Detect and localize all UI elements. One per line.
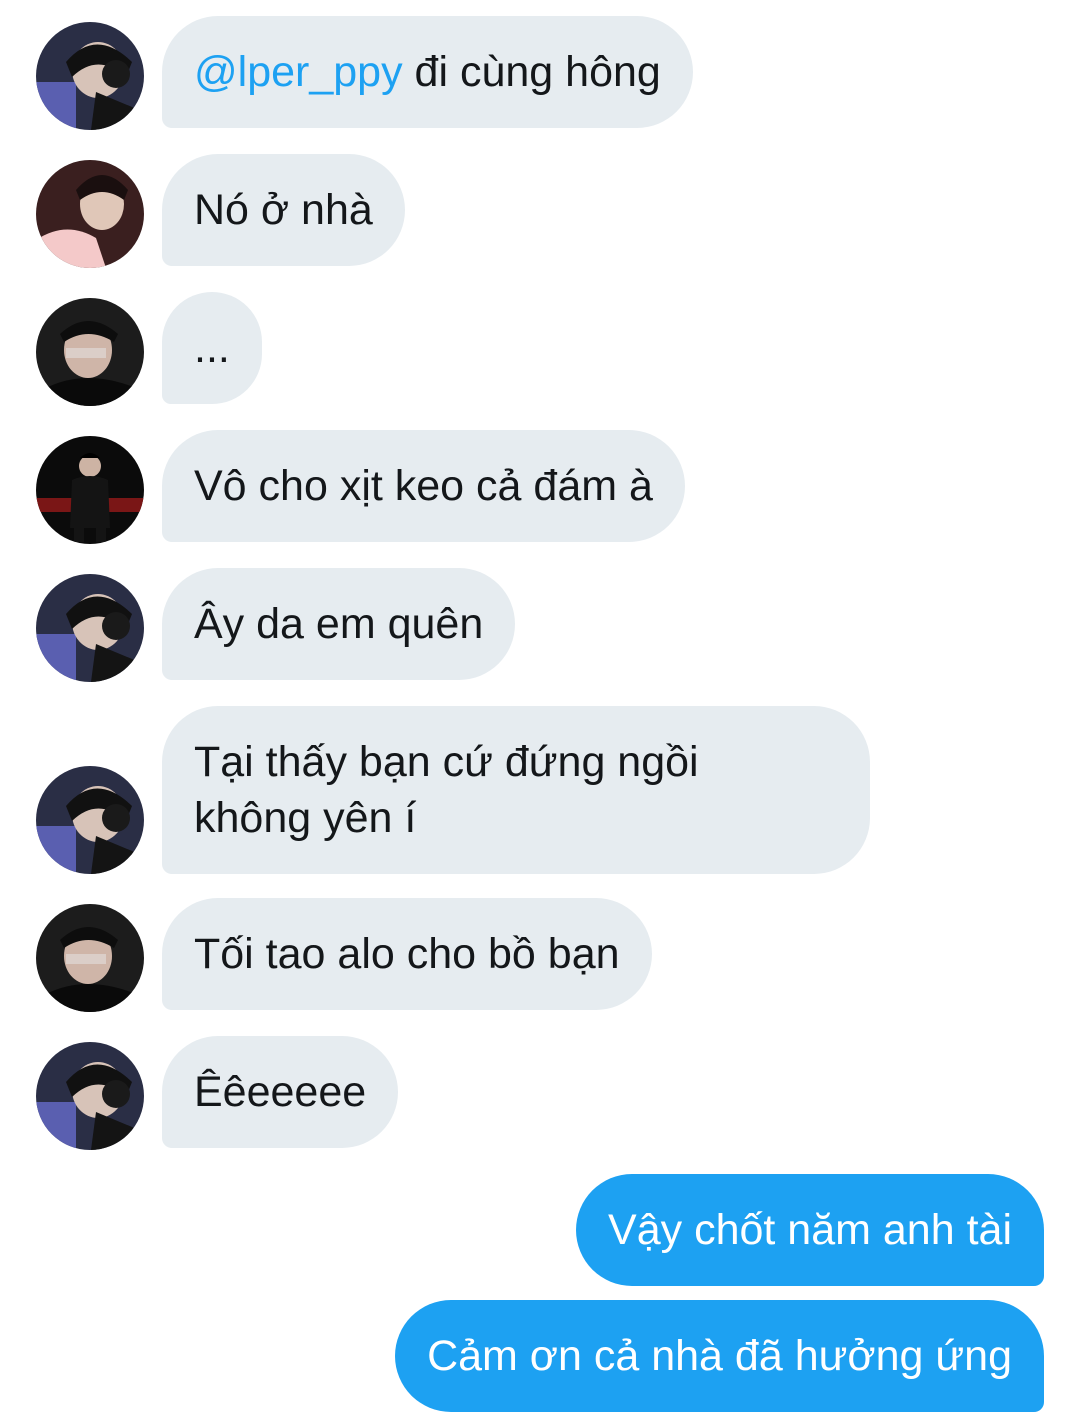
- user-avatar-a-icon: [36, 1042, 144, 1150]
- user-avatar-b-icon: [36, 160, 144, 268]
- outgoing-message-bubble[interactable]: Vậy chốt năm anh tài: [576, 1174, 1044, 1286]
- avatar[interactable]: [36, 904, 144, 1012]
- mention-link[interactable]: @lper_ppy: [194, 48, 403, 96]
- message-text-line: Tại thấy bạn cứ đứng ngồi: [194, 738, 699, 786]
- message-bubble[interactable]: Ây da em quên: [162, 568, 516, 680]
- avatar[interactable]: [36, 436, 144, 544]
- message-bubble[interactable]: Êêeeeee: [162, 1036, 399, 1148]
- message-text: Cảm ơn cả nhà đã hưởng ứng: [427, 1332, 1012, 1380]
- message-text-line: không yên í: [194, 794, 417, 842]
- conversation-thread: @lper_ppy đi cùng hông Nó ở nhà ... Vô c…: [0, 0, 1080, 1424]
- message-bubble[interactable]: @lper_ppy đi cùng hông: [162, 16, 693, 128]
- user-avatar-c-icon: [36, 904, 144, 1012]
- avatar[interactable]: [36, 574, 144, 682]
- avatar[interactable]: [36, 298, 144, 406]
- user-avatar-d-icon: [36, 436, 144, 544]
- avatar[interactable]: [36, 1042, 144, 1150]
- user-avatar-a-icon: [36, 574, 144, 682]
- message-text: Tối tao alo cho bồ bạn: [194, 930, 620, 978]
- avatar[interactable]: [36, 160, 144, 268]
- outgoing-message-bubble[interactable]: Cảm ơn cả nhà đã hưởng ứng: [395, 1300, 1044, 1412]
- message-bubble[interactable]: Tối tao alo cho bồ bạn: [162, 898, 652, 1010]
- message-text: Vô cho xịt keo cả đám à: [194, 462, 653, 510]
- message-bubble[interactable]: Vô cho xịt keo cả đám à: [162, 430, 685, 542]
- message-bubble[interactable]: Nó ở nhà: [162, 154, 405, 266]
- avatar[interactable]: [36, 22, 144, 130]
- message-text: Nó ở nhà: [194, 186, 373, 234]
- message-bubble[interactable]: Tại thấy bạn cứ đứng ngồi không yên í: [162, 706, 870, 874]
- message-text: Êêeeeee: [194, 1068, 367, 1116]
- message-text: đi cùng hông: [402, 48, 661, 96]
- message-text: Ây da em quên: [194, 600, 484, 648]
- user-avatar-a-icon: [36, 766, 144, 874]
- user-avatar-c-icon: [36, 298, 144, 406]
- message-text: Vậy chốt năm anh tài: [608, 1206, 1012, 1254]
- message-bubble[interactable]: ...: [162, 292, 262, 404]
- message-text: ...: [194, 324, 230, 372]
- avatar[interactable]: [36, 766, 144, 874]
- user-avatar-a-icon: [36, 22, 144, 130]
